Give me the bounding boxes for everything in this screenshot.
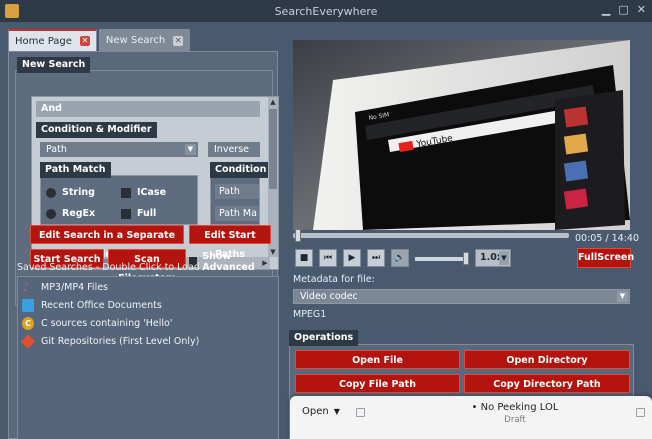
playback-speed-select[interactable]: 1.0x ▼ [475,249,511,267]
metadata-select[interactable]: Video codec ▼ [293,289,630,304]
close-icon[interactable]: ✕ [637,3,646,16]
string-radio-option[interactable]: String [46,187,95,198]
tab-close-icon[interactable]: ✕ [79,36,90,46]
copy-directory-path-button[interactable]: Copy Directory Path [464,374,630,393]
tab-home-page[interactable]: Home Page ✕ [8,29,97,51]
music-note-icon: ♪ [22,280,30,294]
tab-label: Home Page [15,35,72,47]
chevron-down-icon: ▼ [333,407,340,416]
preview-panel: YouTube No SIM 00:05 / 14:40 ■ ⏮ ▶ ⏭ 🔈 1… [289,37,644,439]
option-label: Full [137,208,157,219]
volume-slider[interactable] [415,252,469,265]
edit-search-dialog-button[interactable]: Edit Search in a Separate Dialog... [30,225,184,260]
condition-type-select[interactable]: Path ▼ [40,142,198,157]
tab-label: New Search [105,35,166,46]
and-group-header[interactable]: And [36,101,260,117]
chevron-down-icon: ▼ [499,251,509,265]
metadata-label: Metadata for file: [293,274,375,285]
document-icon [22,299,34,312]
condition-path-match-field[interactable]: Path Ma [215,206,259,221]
radio-icon [46,208,56,219]
inverse-button[interactable]: Inverse [208,142,260,157]
new-search-group-label: New Search [17,57,91,73]
tab-close-icon[interactable]: ✕ [173,35,184,46]
path-match-box: String ICase RegEx Full [40,175,198,225]
window-title: SearchEverywhere [274,5,378,18]
regex-radio-option[interactable]: RegEx [46,208,95,219]
maximize-icon[interactable]: □ [618,3,628,16]
scroll-up-icon[interactable]: ▲ [268,97,278,107]
pin-icon[interactable] [356,408,365,417]
tab-new-search[interactable]: New Search ✕ [98,29,191,51]
video-player[interactable]: YouTube No SIM [293,40,630,230]
video-frame-image: YouTube No SIM [293,40,630,230]
operations-label: Operations [289,330,359,346]
list-item[interactable]: C C sources containing 'Hello' [22,317,172,330]
path-match-label: Path Match [40,162,111,178]
edit-start-paths-button[interactable]: Edit Start Paths [189,225,271,260]
c-source-icon: C [22,317,34,330]
play-button[interactable]: ▶ [343,249,361,267]
minimize-icon[interactable]: ▁ [602,3,610,16]
list-item[interactable]: Recent Office Documents [22,299,162,312]
list-item[interactable]: ♪ MP3/MP4 Files [22,281,108,294]
editor-window-overlay: Open ▼ • No Peeking LOL Draft [290,396,652,439]
icase-checkbox-option[interactable]: ICase [121,187,166,198]
radio-icon [46,187,56,198]
fullscreen-button[interactable]: FullScreen [577,248,634,268]
open-label: Open [302,406,329,417]
document-subtitle: Draft [504,415,526,425]
volume-handle[interactable] [463,252,469,265]
condition-box: Path Path Ma [210,175,260,225]
seek-handle[interactable] [295,229,301,242]
tab-bar: Home Page ✕ New Search ✕ [8,29,191,51]
seek-slider[interactable] [293,229,569,242]
pin-icon[interactable] [636,408,645,417]
saved-searches-list: ♪ MP3/MP4 Files Recent Office Documents … [17,276,279,439]
copy-file-path-button[interactable]: Copy File Path [295,374,460,393]
open-menu-button[interactable]: Open ▼ [302,406,340,417]
window-controls: ▁ □ ✕ [602,3,646,16]
condition-label: Condition [210,162,272,178]
option-label: String [62,187,95,198]
open-directory-button[interactable]: Open Directory [464,350,630,369]
stop-button[interactable]: ■ [295,249,313,267]
list-item[interactable]: Git Repositories (First Level Only) [20,334,200,349]
checkbox-icon [121,208,131,219]
scroll-thumb[interactable] [269,109,277,189]
chevron-down-icon: ▼ [185,144,196,155]
condition-type-value: Path [46,144,67,155]
next-button[interactable]: ⏭ [367,249,385,267]
saved-search-label: Recent Office Documents [41,300,162,311]
saved-search-label: Git Repositories (First Level Only) [41,336,200,347]
saved-search-label: C sources containing 'Hello' [41,318,173,329]
document-title: • No Peeking LOL [471,402,559,413]
home-page-panel: And Condition & Modifier Path ▼ Inverse … [8,51,279,439]
saved-search-label: MP3/MP4 Files [41,282,109,293]
condition-path-field[interactable]: Path [215,184,259,199]
previous-button[interactable]: ⏮ [319,249,337,267]
checkbox-icon [121,187,131,198]
saved-searches-label: Saved Searches - Double Click to Load [17,262,200,273]
volume-icon[interactable]: 🔈 [391,249,409,267]
title-bar: SearchEverywhere ▁ □ ✕ [0,0,652,22]
time-readout: 00:05 / 14:40 [575,233,639,244]
metadata-value: MPEG1 [293,309,327,320]
git-icon [20,334,36,349]
chevron-down-icon: ▼ [617,291,628,302]
open-file-button[interactable]: Open File [295,350,460,369]
metadata-select-value: Video codec [300,291,358,302]
option-label: RegEx [62,208,96,219]
condition-modifier-label: Condition & Modifier [36,122,157,138]
full-checkbox-option[interactable]: Full [121,208,156,219]
show-advanced-label: Show Advanced [202,251,255,273]
option-label: ICase [137,187,167,198]
show-advanced-checkbox[interactable]: Show Advanced [189,251,272,273]
